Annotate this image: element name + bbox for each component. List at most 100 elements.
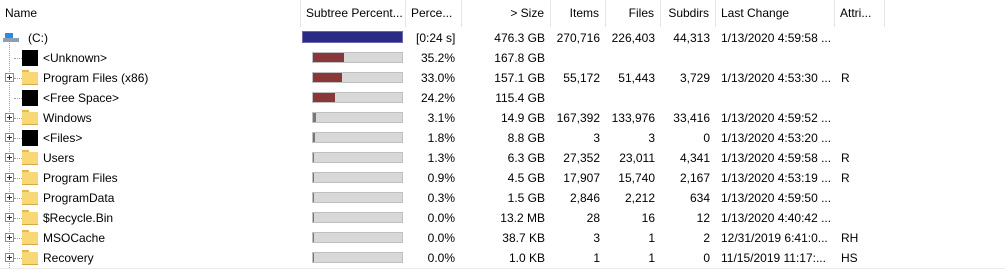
row-attributes: [841, 108, 881, 128]
column-header-name[interactable]: Name: [0, 0, 301, 27]
row-attributes: R: [841, 71, 850, 85]
column-header-subtree-percent[interactable]: Subtree Percent...: [301, 0, 406, 27]
folder-icon: [22, 170, 38, 185]
row-attributes: [841, 208, 881, 228]
row-percent: 35.2%: [420, 51, 455, 65]
row-subdirs: 3,729: [679, 71, 710, 85]
subtree-percent-bar: [312, 192, 403, 203]
row-last-change: 1/13/2020 4:59:58 ...: [721, 31, 832, 45]
column-header-items[interactable]: Items: [551, 0, 606, 27]
row-percent: 1.3%: [427, 151, 455, 165]
column-header-subdirs[interactable]: Subdirs: [661, 0, 716, 27]
row-items: 17,907: [563, 171, 600, 185]
row-subdirs: 2: [703, 231, 710, 245]
column-header-size[interactable]: > Size: [462, 0, 551, 27]
expand-icon[interactable]: [5, 133, 14, 142]
expand-icon[interactable]: [5, 233, 14, 242]
expand-icon[interactable]: [5, 253, 14, 262]
table-row[interactable]: MSOCache 0.0% 38.7 KB 3 1 2 12/31/2019 6:41:0.…: [0, 228, 1005, 248]
table-row[interactable]: Program Files 0.9% 4.5 GB 17,907 15,740 2,167…: [0, 168, 1005, 188]
row-files: 1: [648, 231, 655, 245]
column-header-last-change[interactable]: Last Change: [716, 0, 835, 27]
row-items: 55,172: [563, 71, 600, 85]
row-last-change: 1/13/2020 4:53:20 ...: [721, 131, 832, 145]
subtree-percent-fill: [313, 73, 342, 82]
row-files: 133,976: [611, 111, 655, 125]
row-name: Program Files: [43, 171, 118, 185]
subtree-percent-fill: [313, 193, 314, 202]
divider: [0, 268, 1005, 269]
expand-icon[interactable]: [5, 173, 14, 182]
row-name: (C:): [28, 31, 48, 45]
row-last-change: 1/13/2020 4:59:58 ...: [721, 151, 832, 165]
row-percent: 0.0%: [427, 251, 455, 265]
tree-connector: [14, 58, 22, 59]
row-last-change: [721, 88, 835, 108]
tree-connector: [14, 138, 22, 139]
table-row[interactable]: Recovery 0.0% 1.0 KB 1 1 0 11/15/2019 11:17:..…: [0, 248, 1005, 268]
table-row[interactable]: Program Files (x86) 33.0% 157.1 GB 55,172 51…: [0, 68, 1005, 88]
row-subdirs: 634: [689, 191, 710, 205]
row-name: MSOCache: [43, 231, 106, 245]
folder-icon: [22, 190, 38, 205]
table-row[interactable]: <Files> 1.8% 8.8 GB 3 3 0 1/13/2020 4:53:20 ..…: [0, 128, 1005, 148]
tree-connector: [14, 238, 22, 239]
row-name: ProgramData: [43, 191, 115, 205]
row-attributes: [841, 48, 881, 68]
row-name: <Free Space>: [43, 91, 120, 105]
table-row[interactable]: Users 1.3% 6.3 GB 27,352 23,011 4,341 1/13/202…: [0, 148, 1005, 168]
table-row[interactable]: <Free Space> 24.2% 115.4 GB: [0, 88, 1005, 108]
subtree-percent-fill: [313, 173, 314, 182]
table-row-root[interactable]: (C:) [0:24 s] 476.3 GB 270,716 226,403 4…: [0, 28, 1005, 48]
row-items: [551, 88, 600, 108]
column-header-percent[interactable]: Perce...: [406, 0, 462, 27]
subtree-percent-bar: [312, 172, 403, 183]
black-square-icon: [22, 90, 38, 106]
table-row[interactable]: $Recycle.Bin 0.0% 13.2 MB 28 16 12 1/13/2020 4…: [0, 208, 1005, 228]
row-files: 51,443: [618, 71, 655, 85]
expand-icon[interactable]: [5, 73, 14, 82]
row-files: 1: [648, 251, 655, 265]
table-row[interactable]: Windows 3.1% 14.9 GB 167,392 133,976 33,416 1/…: [0, 108, 1005, 128]
row-last-change: 12/31/2019 6:41:0...: [721, 231, 828, 245]
row-size: 167.8 GB: [494, 51, 545, 65]
row-files: [606, 48, 655, 68]
row-attributes: [841, 188, 881, 208]
subtree-percent-bar: [312, 252, 403, 263]
drive-icon: [3, 33, 19, 43]
row-last-change: 11/15/2019 11:17:...: [721, 251, 826, 265]
subtree-percent-bar: [312, 52, 403, 63]
row-attributes: HS: [841, 251, 858, 265]
subtree-percent-fill: [313, 233, 314, 242]
table-row[interactable]: <Unknown> 35.2% 167.8 GB: [0, 48, 1005, 68]
row-percent: 1.8%: [427, 131, 455, 145]
expand-icon[interactable]: [5, 193, 14, 202]
row-files: 16: [641, 211, 655, 225]
row-files: 226,403: [611, 31, 655, 45]
tree-connector: [14, 158, 22, 159]
row-size: 476.3 GB: [494, 31, 545, 45]
row-last-change: [721, 48, 835, 68]
expand-icon[interactable]: [5, 213, 14, 222]
subtree-percent-fill: [313, 93, 335, 102]
expand-icon[interactable]: [5, 153, 14, 162]
row-size: 8.8 GB: [507, 131, 545, 145]
row-files: [606, 88, 655, 108]
subtree-percent-bar: [302, 31, 403, 43]
row-percent: 24.2%: [420, 91, 455, 105]
row-percent: 0.0%: [427, 231, 455, 245]
expand-icon[interactable]: [5, 113, 14, 122]
row-files: 2,212: [624, 191, 655, 205]
row-files: 15,740: [618, 171, 655, 185]
row-size: 4.5 GB: [507, 171, 545, 185]
folder-icon: [22, 250, 38, 265]
column-header-attributes[interactable]: Attri...: [835, 0, 885, 27]
row-items: 1: [593, 251, 600, 265]
column-header-files[interactable]: Files: [606, 0, 661, 27]
folder-icon: [22, 150, 38, 165]
row-percent: 3.1%: [427, 111, 455, 125]
row-attributes: R: [841, 171, 850, 185]
table-row[interactable]: ProgramData 0.3% 1.5 GB 2,846 2,212 634 1/13/2…: [0, 188, 1005, 208]
row-subdirs: 4,341: [679, 151, 710, 165]
row-items: 167,392: [556, 111, 600, 125]
